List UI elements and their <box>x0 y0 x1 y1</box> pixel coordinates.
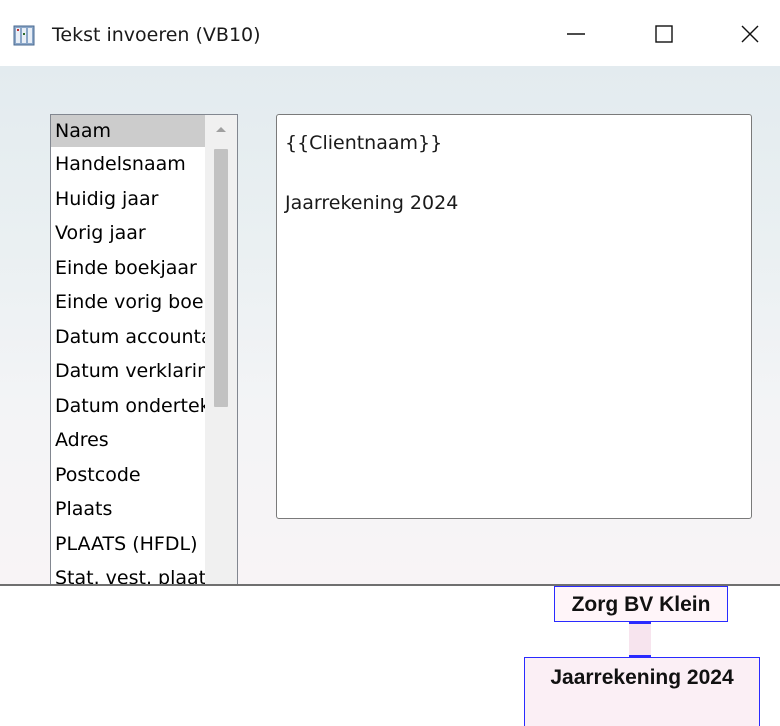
list-item[interactable]: Adres <box>51 423 205 458</box>
field-connector <box>629 622 651 657</box>
text-line <box>285 158 751 188</box>
maximize-button[interactable] <box>636 0 692 66</box>
client-name-field[interactable]: Zorg BV Klein <box>554 586 728 622</box>
close-icon <box>741 25 759 43</box>
list-item[interactable]: Postcode <box>51 458 205 493</box>
scroll-thumb[interactable] <box>214 149 228 407</box>
document-preview: Zorg BV Klein Jaarrekening 2024 <box>0 586 780 726</box>
list-item[interactable]: Vorig jaar <box>51 216 205 251</box>
text-line: Jaarrekening 2024 <box>285 192 459 214</box>
minimize-button[interactable] <box>548 0 604 66</box>
app-icon <box>13 24 35 46</box>
list-item[interactable]: Naam <box>51 115 205 147</box>
list-item[interactable]: Datum verklaring <box>51 354 205 389</box>
maximize-icon <box>655 25 673 43</box>
window-title: Tekst invoeren (VB10) <box>52 24 261 46</box>
list-item[interactable]: Datum ondertekening <box>51 389 205 424</box>
title-bar[interactable]: Tekst invoeren (VB10) <box>0 0 780 66</box>
listbox-scrollbar[interactable] <box>205 115 237 585</box>
list-item[interactable]: Huidig jaar <box>51 182 205 217</box>
close-button[interactable] <box>722 0 778 66</box>
chevron-up-icon <box>216 127 226 132</box>
list-item[interactable]: Einde boekjaar <box>51 251 205 286</box>
field-listbox[interactable]: Naam Handelsnaam Huidig jaar Vorig jaar … <box>50 114 238 585</box>
report-title-text: Jaarrekening 2024 <box>550 666 734 689</box>
list-item[interactable]: Einde vorig boekjaar <box>51 285 205 320</box>
list-item[interactable]: PLAATS (HFDL) <box>51 527 205 562</box>
text-line: {{Clientnaam}} <box>285 132 443 154</box>
field-list: Naam Handelsnaam Huidig jaar Vorig jaar … <box>51 115 205 585</box>
text-editor[interactable]: {{Clientnaam}} Jaarrekening 2024 <box>276 114 752 519</box>
list-item[interactable]: Plaats <box>51 492 205 527</box>
list-item[interactable]: Stat. vest. plaats <box>51 561 205 585</box>
connector-cap-top <box>629 622 651 624</box>
minimize-icon <box>567 33 585 35</box>
list-item[interactable]: Handelsnaam <box>51 147 205 182</box>
dialog-client-area: Naam Handelsnaam Huidig jaar Vorig jaar … <box>0 66 780 585</box>
scroll-up-button[interactable] <box>205 115 237 145</box>
dialog-window: Tekst invoeren (VB10) Naam Handelsnaam H… <box>0 0 780 585</box>
list-item[interactable]: Datum accountant <box>51 320 205 355</box>
